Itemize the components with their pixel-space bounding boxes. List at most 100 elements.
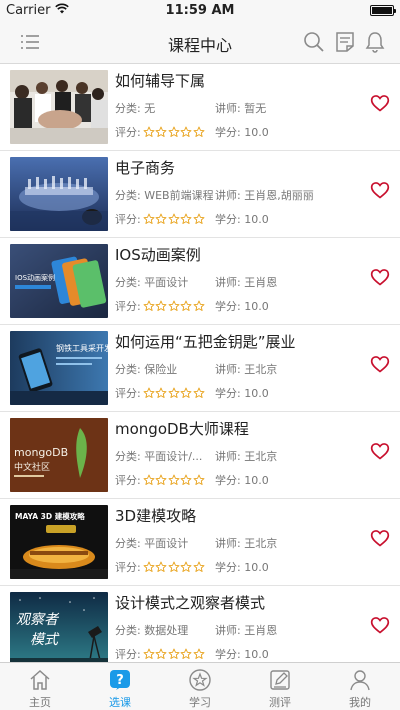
tab-assessment[interactable]: 测评 <box>240 663 320 710</box>
teacher-value: 王肖恩 <box>244 276 278 289</box>
course-list[interactable]: 如何辅导下属 分类: 无 讲师: 暂无 评分: 学分: 10.0 电子商务 分类… <box>0 64 400 662</box>
status-time: 11:59 AM <box>165 3 235 18</box>
course-thumbnail[interactable] <box>10 70 108 144</box>
course-thumbnail[interactable]: 观察者 模式 <box>10 592 108 662</box>
heart-icon[interactable] <box>370 267 390 287</box>
thumb-subtext: 中文社区 <box>14 461 50 473</box>
course-teacher: 讲师: 王北京 <box>215 361 365 377</box>
credit-label: 学分: <box>215 561 241 574</box>
heart-icon[interactable] <box>370 615 390 635</box>
star-icon <box>168 561 180 572</box>
star-icon <box>193 561 205 572</box>
course-item[interactable]: 观察者 模式 设计模式之观察者模式 分类: 数据处理 讲师: 王肖恩 评分: 学… <box>0 586 400 662</box>
course-rating: 评分: <box>115 472 205 488</box>
tab-mine[interactable]: 我的 <box>320 663 400 710</box>
course-item[interactable]: mongoDB 中文社区 mongoDB大师课程 分类: 平面设计/... 讲师… <box>0 412 400 499</box>
rating-label: 评分: <box>115 300 141 313</box>
category-label: 分类: <box>115 189 141 202</box>
rating-label: 评分: <box>115 561 141 574</box>
rating-label: 评分: <box>115 474 141 487</box>
course-rating: 评分: <box>115 385 205 401</box>
heart-icon[interactable] <box>370 441 390 461</box>
credit-label: 学分: <box>215 474 241 487</box>
teacher-label: 讲师: <box>215 624 241 637</box>
credit-value: 10.0 <box>244 474 269 487</box>
credit-label: 学分: <box>215 387 241 400</box>
star-icon <box>180 213 192 224</box>
heart-icon[interactable] <box>370 528 390 548</box>
star-icon <box>168 387 180 398</box>
rating-stars <box>143 300 206 312</box>
heart-icon[interactable] <box>370 354 390 374</box>
course-thumbnail[interactable]: MAYA 3D 建模攻略 <box>10 505 108 579</box>
search-icon[interactable] <box>302 30 326 54</box>
rating-label: 评分: <box>115 126 141 139</box>
course-title[interactable]: IOS动画案例 <box>115 244 201 265</box>
course-thumbnail[interactable] <box>10 157 108 231</box>
category-value: 数据处理 <box>144 624 189 637</box>
course-credit: 学分: 10.0 <box>215 385 269 401</box>
star-icon <box>193 300 205 311</box>
home-icon <box>28 668 52 692</box>
rating-label: 评分: <box>115 213 141 226</box>
tab-label: 主页 <box>29 696 51 709</box>
credit-value: 10.0 <box>244 561 269 574</box>
course-title[interactable]: mongoDB大师课程 <box>115 418 249 439</box>
course-category: 分类: 平面设计/... <box>115 448 213 464</box>
course-title[interactable]: 设计模式之观察者模式 <box>115 592 265 613</box>
thumb-logo: mongoDB <box>14 446 68 459</box>
course-teacher: 讲师: 王肖恩 <box>215 274 365 290</box>
edit-icon <box>268 668 292 692</box>
notes-icon[interactable] <box>333 30 357 54</box>
course-rating: 评分: <box>115 124 205 140</box>
heart-icon[interactable] <box>370 180 390 200</box>
star-icon <box>168 474 180 485</box>
course-credit: 学分: 10.0 <box>215 559 269 575</box>
star-icon <box>143 213 155 224</box>
course-item[interactable]: IOS动画案例 IOS动画案例 分类: 平面设计 讲师: 王肖恩 评分: 学分:… <box>0 238 400 325</box>
category-value: 保险业 <box>144 363 178 376</box>
credit-label: 学分: <box>215 648 241 661</box>
course-title[interactable]: 3D建模攻略 <box>115 505 196 526</box>
course-item[interactable]: 电子商务 分类: WEB前端课程 讲师: 王肖恩,胡丽丽 评分: 学分: 10.… <box>0 151 400 238</box>
star-icon <box>168 126 180 137</box>
star-icon <box>143 561 155 572</box>
star-icon <box>155 561 167 572</box>
bell-icon[interactable] <box>363 30 387 54</box>
teacher-label: 讲师: <box>215 537 241 550</box>
tab-label: 学习 <box>189 696 211 709</box>
credit-value: 10.0 <box>244 387 269 400</box>
course-thumbnail[interactable]: mongoDB 中文社区 <box>10 418 108 492</box>
category-value: 平面设计/... <box>144 450 203 463</box>
teacher-label: 讲师: <box>215 450 241 463</box>
course-item[interactable]: MAYA 3D 建模攻略 3D建模攻略 分类: 平面设计 讲师: 王北京 评分:… <box>0 499 400 586</box>
course-title[interactable]: 如何辅导下属 <box>115 70 205 91</box>
course-item[interactable]: 钢铁工具采开发 如何运用“五把金钥匙”展业 分类: 保险业 讲师: 王北京 评分… <box>0 325 400 412</box>
credit-label: 学分: <box>215 126 241 139</box>
course-rating: 评分: <box>115 211 205 227</box>
tab-home[interactable]: 主页 <box>0 663 80 710</box>
heart-icon[interactable] <box>370 93 390 113</box>
star-icon <box>155 126 167 137</box>
course-teacher: 讲师: 王北京 <box>215 535 365 551</box>
star-icon <box>143 648 155 659</box>
teacher-value: 王肖恩 <box>244 624 278 637</box>
star-icon <box>193 213 205 224</box>
course-item[interactable]: 如何辅导下属 分类: 无 讲师: 暂无 评分: 学分: 10.0 <box>0 64 400 151</box>
credit-label: 学分: <box>215 213 241 226</box>
star-icon <box>155 648 167 659</box>
star-icon <box>168 213 180 224</box>
course-title[interactable]: 电子商务 <box>115 157 175 178</box>
star-icon <box>155 474 167 485</box>
star-icon <box>168 648 180 659</box>
rating-stars <box>143 387 206 399</box>
tab-courses[interactable]: ? 选课 <box>80 663 160 710</box>
tab-study[interactable]: 学习 <box>160 663 240 710</box>
course-thumbnail[interactable]: IOS动画案例 <box>10 244 108 318</box>
category-label: 分类: <box>115 102 141 115</box>
course-rating: 评分: <box>115 559 205 575</box>
course-title[interactable]: 如何运用“五把金钥匙”展业 <box>115 331 296 352</box>
course-teacher: 讲师: 暂无 <box>215 100 365 116</box>
credit-value: 10.0 <box>244 648 269 661</box>
course-thumbnail[interactable]: 钢铁工具采开发 <box>10 331 108 405</box>
